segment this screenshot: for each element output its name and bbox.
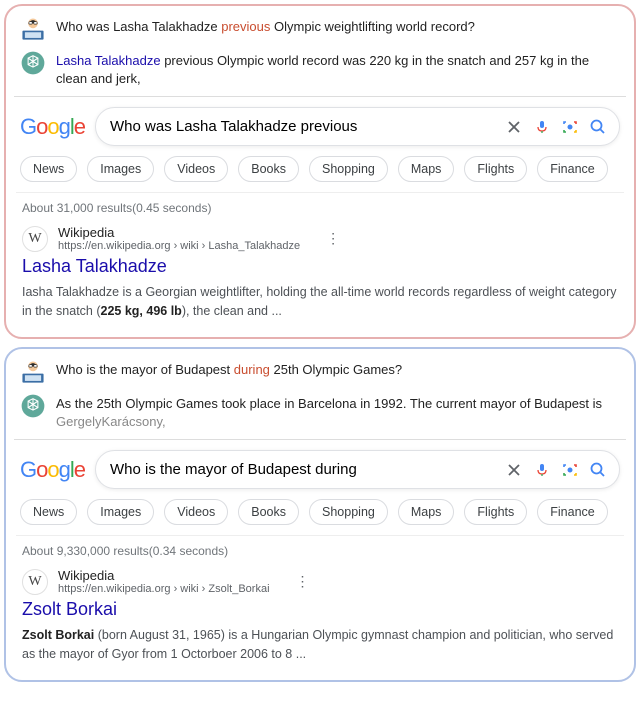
result-stats: About 9,330,000 results(0.34 seconds) <box>16 535 624 568</box>
user-avatar-icon <box>20 359 46 385</box>
filter-chip[interactable]: Maps <box>398 499 455 525</box>
filter-chip[interactable]: Maps <box>398 156 455 182</box>
search-input-container <box>95 450 620 489</box>
user-message-text: Who is the mayor of Budapest during 25th… <box>56 359 402 379</box>
clear-icon[interactable] <box>503 116 525 138</box>
filter-chip[interactable]: Videos <box>164 499 228 525</box>
favicon-icon: W <box>22 226 48 252</box>
ai-avatar-icon <box>20 393 46 419</box>
ai-message-text: As the 25th Olympic Games took place in … <box>56 393 620 431</box>
result-site-name: Wikipedia <box>58 225 300 240</box>
search-bar: Google <box>16 450 624 489</box>
filter-chip[interactable]: News <box>20 499 77 525</box>
search-section: Google News Images Videos Books Shopping… <box>12 448 628 674</box>
entity-grey: GergelyKarácsony, <box>56 414 166 429</box>
result-snippet: Zsolt Borkai (born August 31, 1965) is a… <box>22 626 618 664</box>
mic-icon[interactable] <box>531 459 553 481</box>
ai-avatar-icon <box>20 50 46 76</box>
filter-chip[interactable]: Finance <box>537 156 607 182</box>
result-title-link[interactable]: Lasha Talakhadze <box>22 256 618 277</box>
filter-chip[interactable]: Shopping <box>309 156 388 182</box>
mic-icon[interactable] <box>531 116 553 138</box>
result-header: W Wikipedia https://en.wikipedia.org › w… <box>22 225 618 252</box>
divider <box>14 439 626 440</box>
filter-chip[interactable]: Shopping <box>309 499 388 525</box>
example-panel-2: Who is the mayor of Budapest during 25th… <box>4 347 636 682</box>
google-logo: Google <box>20 114 85 140</box>
filter-chip[interactable]: Flights <box>464 499 527 525</box>
result-header: W Wikipedia https://en.wikipedia.org › w… <box>22 568 618 595</box>
search-icon[interactable] <box>587 459 609 481</box>
user-message-text: Who was Lasha Talakhadze previous Olympi… <box>56 16 475 36</box>
example-panel-1: Who was Lasha Talakhadze previous Olympi… <box>4 4 636 339</box>
highlight-word: during <box>234 362 270 377</box>
filter-chip[interactable]: Finance <box>537 499 607 525</box>
search-input-container <box>95 107 620 146</box>
filter-chip[interactable]: Books <box>238 156 299 182</box>
search-input[interactable] <box>106 455 497 484</box>
user-avatar-icon <box>20 16 46 42</box>
filter-chip[interactable]: News <box>20 156 77 182</box>
clear-icon[interactable] <box>503 459 525 481</box>
result-snippet: Iasha Talakhadze is a Georgian weightlif… <box>22 283 618 321</box>
search-icon[interactable] <box>587 116 609 138</box>
search-result: W Wikipedia https://en.wikipedia.org › w… <box>16 568 624 672</box>
user-message-row: Who is the mayor of Budapest during 25th… <box>12 355 628 389</box>
kebab-icon[interactable]: ⋮ <box>326 230 340 247</box>
filter-chips: News Images Videos Books Shopping Maps F… <box>16 499 624 535</box>
search-input[interactable] <box>106 112 497 141</box>
ai-message-row: As the 25th Olympic Games took place in … <box>12 389 628 435</box>
search-result: W Wikipedia https://en.wikipedia.org › w… <box>16 225 624 329</box>
filter-chip[interactable]: Images <box>87 499 154 525</box>
filter-chip[interactable]: Images <box>87 156 154 182</box>
search-section: Google News Images Videos Books Shopping… <box>12 105 628 331</box>
ai-message-text: Lasha Talakhadze previous Olympic world … <box>56 50 620 88</box>
result-url: https://en.wikipedia.org › wiki › Zsolt_… <box>58 583 270 595</box>
google-logo: Google <box>20 457 85 483</box>
kebab-icon[interactable]: ⋮ <box>296 573 310 590</box>
filter-chip[interactable]: Flights <box>464 156 527 182</box>
search-bar: Google <box>16 107 624 146</box>
result-stats: About 31,000 results(0.45 seconds) <box>16 192 624 225</box>
ai-message-row: Lasha Talakhadze previous Olympic world … <box>12 46 628 92</box>
user-message-row: Who was Lasha Talakhadze previous Olympi… <box>12 12 628 46</box>
highlight-word: previous <box>221 19 270 34</box>
filter-chips: News Images Videos Books Shopping Maps F… <box>16 156 624 192</box>
divider <box>14 96 626 97</box>
favicon-icon: W <box>22 569 48 595</box>
result-title-link[interactable]: Zsolt Borkai <box>22 599 618 620</box>
result-site-name: Wikipedia <box>58 568 270 583</box>
entity-link: Lasha Talakhadze <box>56 53 161 68</box>
lens-icon[interactable] <box>559 459 581 481</box>
filter-chip[interactable]: Books <box>238 499 299 525</box>
result-url: https://en.wikipedia.org › wiki › Lasha_… <box>58 240 300 252</box>
lens-icon[interactable] <box>559 116 581 138</box>
filter-chip[interactable]: Videos <box>164 156 228 182</box>
